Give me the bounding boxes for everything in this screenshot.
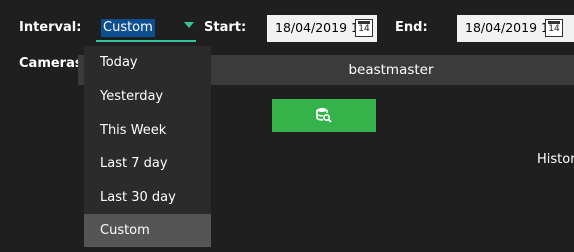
- start-datetime-field[interactable]: 18/04/2019 12: 14: [267, 15, 377, 42]
- history-label: History: [537, 152, 574, 167]
- calendar-icon[interactable]: 14: [545, 19, 563, 37]
- dropdown-option-this-week[interactable]: This Week: [84, 114, 211, 147]
- start-label: Start:: [204, 20, 247, 35]
- dropdown-option-yesterday[interactable]: Yesterday: [84, 80, 211, 113]
- interval-label: Interval:: [19, 20, 82, 35]
- chevron-down-icon[interactable]: [184, 22, 194, 28]
- database-search-icon: [316, 108, 332, 123]
- end-label: End:: [395, 20, 428, 35]
- dropdown-option-today[interactable]: Today: [84, 46, 211, 79]
- dropdown-option-last-7-day[interactable]: Last 7 day: [84, 147, 211, 180]
- calendar-icon[interactable]: 14: [355, 19, 373, 37]
- interval-dropdown-menu: Today Yesterday This Week Last 7 day Las…: [84, 46, 211, 247]
- dropdown-option-custom[interactable]: Custom: [84, 214, 211, 247]
- interval-selected-value[interactable]: Custom: [101, 19, 155, 37]
- dropdown-option-last-30-day[interactable]: Last 30 day: [84, 181, 211, 214]
- camera-banner: beastmaster: [208, 55, 574, 85]
- search-button[interactable]: [272, 99, 376, 132]
- interval-combobox-underline: [96, 40, 196, 42]
- end-datetime-field[interactable]: 18/04/2019 11: 14: [457, 15, 574, 42]
